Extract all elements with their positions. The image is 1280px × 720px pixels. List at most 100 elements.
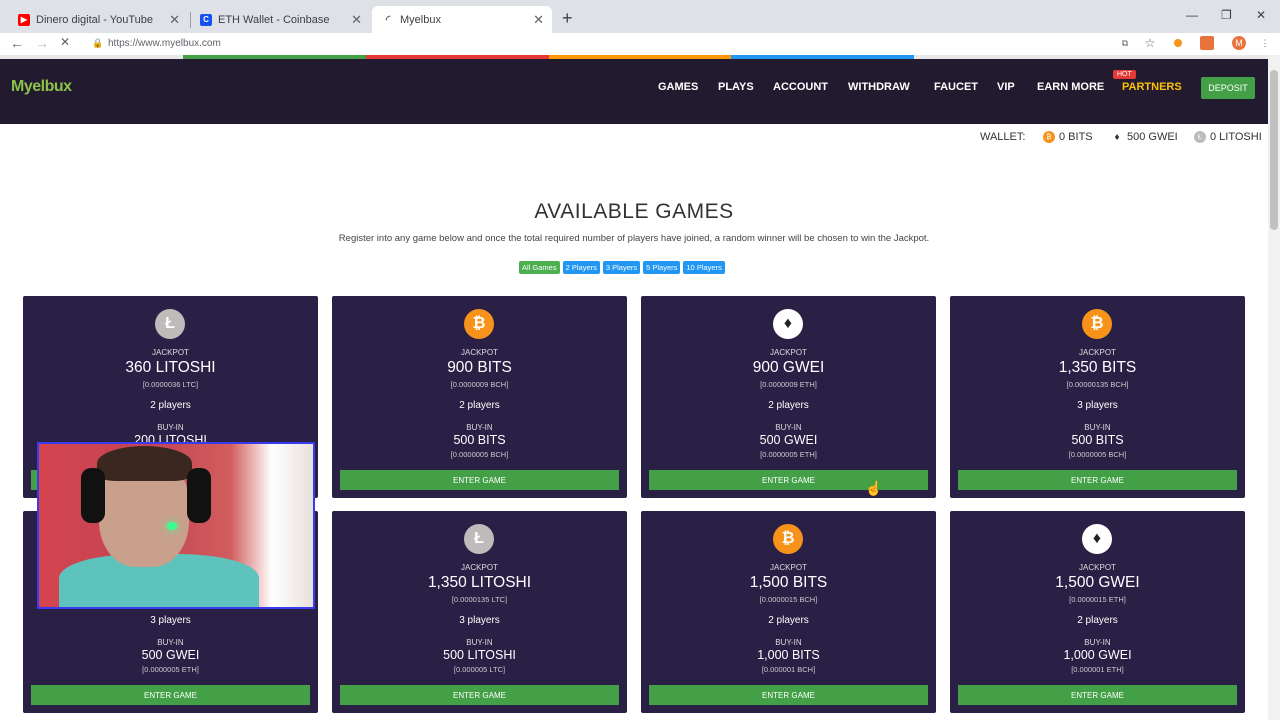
enter-game-button[interactable]: ENTER GAME: [649, 470, 928, 490]
wallet-bits-value: 0 BITS: [1059, 131, 1093, 143]
site-logo[interactable]: Myelbux: [11, 78, 72, 96]
buyin-value: 500 BITS: [1071, 433, 1124, 447]
nav-vip[interactable]: VIP: [997, 81, 1015, 93]
nav-games[interactable]: GAMES: [658, 81, 698, 93]
tab-title: Dinero digital - YouTube: [36, 13, 154, 26]
buyin-label: BUY-IN: [1084, 423, 1111, 432]
bitcoin-icon: ₿: [1082, 309, 1112, 339]
buyin-sub: [0.000005 LTC]: [453, 665, 506, 674]
deposit-button[interactable]: DEPOSIT: [1201, 77, 1255, 99]
buyin-label: BUY-IN: [775, 423, 802, 432]
filter-5-players[interactable]: 5 Players: [643, 261, 681, 274]
close-tab-icon[interactable]: ✕: [351, 12, 362, 28]
address-bar[interactable]: 🔒 https://www.myelbux.com: [86, 34, 1166, 53]
wallet-litoshi-value: 0 LITOSHI: [1210, 131, 1262, 143]
nav-withdraw[interactable]: WITHDRAW: [848, 81, 910, 93]
browser-tab-coinbase[interactable]: C ETH Wallet - Coinbase ✕: [190, 6, 370, 33]
buyin-value: 500 GWEI: [141, 648, 200, 662]
buyin-sub: [0.0000005 BCH]: [450, 450, 509, 459]
page-subtitle: Register into any game below and once th…: [338, 233, 930, 244]
buyin-value: 1,000 BITS: [757, 648, 820, 662]
hot-badge: HOT: [1113, 70, 1136, 79]
mouse-cursor-icon: ☝: [865, 480, 883, 496]
buyin-sub: [0.0000005 ETH]: [760, 450, 817, 459]
nav-plays[interactable]: PLAYS: [718, 81, 754, 93]
buyin-label: BUY-IN: [466, 638, 493, 647]
youtube-icon: ▶: [18, 13, 30, 26]
game-card: ₿ JACKPOT 1,350 BITS [0.00000135 BCH] 3 play…: [950, 296, 1245, 498]
players-count: 2 players: [768, 400, 809, 411]
buyin-value: 1,000 GWEI: [1063, 648, 1132, 662]
game-card: ♦ JACKPOT 1,500 GWEI [0.0000015 ETH] 2 playe…: [950, 511, 1245, 713]
buyin-label: BUY-IN: [157, 638, 184, 647]
nav-partners[interactable]: PARTNERS: [1122, 81, 1182, 93]
headphone-right: [187, 468, 211, 523]
translate-icon[interactable]: ⧉: [1118, 36, 1132, 50]
stop-loading-icon[interactable]: ✕: [60, 35, 70, 49]
jackpot-label: JACKPOT: [461, 563, 498, 572]
enter-game-button[interactable]: ENTER GAME: [31, 685, 310, 705]
players-count: 2 players: [150, 400, 191, 411]
buyin-sub: [0.000001 BCH]: [761, 665, 816, 674]
buyin-label: BUY-IN: [157, 423, 184, 432]
enter-game-button[interactable]: ENTER GAME: [958, 470, 1237, 490]
extension-icon[interactable]: [1200, 36, 1214, 50]
filter-2-players[interactable]: 2 Players: [562, 261, 600, 274]
bookmark-star-icon[interactable]: ☆: [1143, 36, 1157, 50]
back-icon[interactable]: ←: [10, 35, 24, 51]
jackpot-label: JACKPOT: [770, 348, 807, 357]
jackpot-sub: [0.0000015 BCH]: [759, 595, 818, 604]
close-tab-icon[interactable]: ✕: [533, 12, 544, 28]
enter-game-button[interactable]: ENTER GAME: [340, 470, 619, 490]
jackpot-sub: [0.0000009 BCH]: [450, 380, 509, 389]
ethereum-icon: ♦: [1082, 524, 1112, 554]
filter-10-players[interactable]: 10 Players: [683, 261, 725, 274]
headset-mic-light: [167, 522, 177, 530]
bitcoin-icon: ₿: [1043, 131, 1055, 143]
page-title: AVAILABLE GAMES: [534, 200, 734, 223]
nav-faucet[interactable]: FAUCET: [934, 81, 978, 93]
jackpot-value: 1,500 GWEI: [1055, 574, 1140, 591]
wallet-bits: ₿ 0 BITS: [1043, 131, 1093, 143]
browser-tab-myelbux[interactable]: ◜ Myelbux ✕: [372, 6, 552, 33]
extension-icon[interactable]: [1174, 39, 1182, 47]
nav-earn-more[interactable]: EARN MORE: [1037, 81, 1104, 93]
site-header: Myelbux GAMES PLAYS ACCOUNT WITHDRAW FAU…: [0, 59, 1268, 124]
scrollbar-thumb[interactable]: [1270, 70, 1278, 230]
close-tab-icon[interactable]: ✕: [169, 12, 180, 28]
buyin-value: 500 GWEI: [759, 433, 818, 447]
ethereum-icon: ♦: [773, 309, 803, 339]
menu-icon[interactable]: ⋮: [1258, 36, 1272, 50]
nav-account[interactable]: ACCOUNT: [773, 81, 828, 93]
players-count: 3 players: [150, 615, 191, 626]
url-text: https://www.myelbux.com: [108, 38, 221, 49]
forward-icon[interactable]: →: [35, 35, 49, 51]
tab-title: Myelbux: [400, 13, 441, 26]
jackpot-value: 900 BITS: [447, 359, 512, 376]
browser-tab-youtube[interactable]: ▶ Dinero digital - YouTube ✕: [8, 6, 188, 33]
lock-icon: 🔒: [92, 38, 104, 48]
restore-icon[interactable]: ❐: [1221, 8, 1232, 22]
jackpot-value: 1,350 BITS: [1058, 359, 1137, 376]
jackpot-sub: [0.0000036 LTC]: [142, 380, 199, 389]
buyin-label: BUY-IN: [775, 638, 802, 647]
enter-game-button[interactable]: ENTER GAME: [340, 685, 619, 705]
wallet-label: WALLET:: [980, 131, 1026, 143]
headphone-left: [81, 468, 105, 523]
enter-game-button[interactable]: ENTER GAME: [649, 685, 928, 705]
profile-avatar[interactable]: M: [1232, 36, 1246, 50]
minimize-icon[interactable]: —: [1186, 8, 1198, 22]
player-filters: All Games 2 Players 3 Players 5 Players …: [519, 261, 725, 274]
browser-toolbar: ← → ✕ 🔒 https://www.myelbux.com ⧉ ☆ M ⋮: [0, 33, 1280, 55]
new-tab-button[interactable]: +: [562, 8, 573, 29]
jackpot-sub: [0.0000009 ETH]: [760, 380, 817, 389]
loading-spinner-icon: ◜: [385, 14, 391, 26]
close-window-icon[interactable]: ✕: [1256, 8, 1266, 22]
players-count: 2 players: [459, 400, 500, 411]
bitcoin-icon: ₿: [464, 309, 494, 339]
filter-all-games[interactable]: All Games: [519, 261, 560, 274]
enter-game-button[interactable]: ENTER GAME: [958, 685, 1237, 705]
game-card: ♦ JACKPOT 900 GWEI [0.0000009 ETH] 2 players…: [641, 296, 936, 498]
litecoin-icon: Ł: [1194, 131, 1206, 143]
filter-3-players[interactable]: 3 Players: [602, 261, 641, 274]
